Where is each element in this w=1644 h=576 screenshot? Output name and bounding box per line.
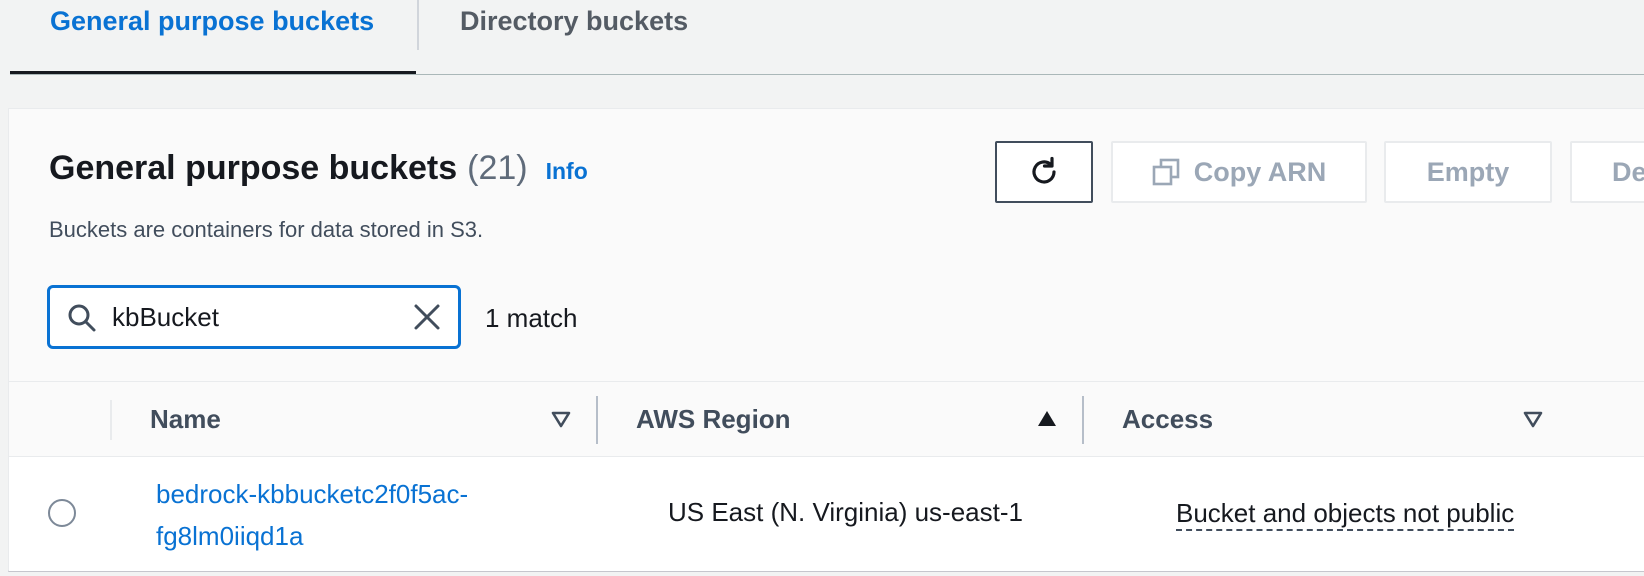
bucket-name-part: bedrock-kbbucketc2f0f5ac-	[156, 479, 469, 509]
search-icon	[68, 304, 96, 332]
copy-arn-label: Copy ARN	[1193, 156, 1327, 187]
sort-descending-icon[interactable]	[550, 408, 572, 430]
heading-title: General purpose buckets	[49, 149, 458, 187]
column-header-access[interactable]: Access	[1122, 404, 1213, 435]
bucket-access[interactable]: Bucket and objects not public	[1176, 497, 1515, 531]
sort-ascending-icon[interactable]	[1036, 408, 1058, 430]
tab-general-purpose-buckets[interactable]: General purpose buckets	[10, 0, 416, 77]
tabs-baseline	[10, 74, 1644, 75]
buckets-container: General purpose buckets (21) Info Bucket…	[8, 108, 1644, 572]
tab-label: General purpose buckets	[50, 6, 375, 36]
sort-descending-icon[interactable]	[1522, 408, 1544, 430]
tab-divider	[417, 0, 419, 50]
page-title: General purpose buckets (21) Info	[49, 149, 588, 188]
row-select-radio[interactable]	[48, 499, 76, 527]
column-resize-handle[interactable]	[1082, 396, 1084, 444]
s3-buckets-page: General purpose buckets Directory bucket…	[0, 0, 1644, 576]
header-description: Buckets are containers for data stored i…	[49, 217, 484, 242]
copy-arn-button[interactable]: Copy ARN	[1111, 141, 1367, 203]
close-icon[interactable]	[412, 302, 442, 332]
empty-label: Empty	[1426, 156, 1510, 187]
delete-button[interactable]: De	[1570, 141, 1644, 203]
match-count: 1 match	[485, 303, 578, 333]
bucket-name-part: fg8lm0iiqd1a	[156, 521, 304, 551]
bucket-search	[47, 285, 461, 349]
refresh-button[interactable]	[995, 141, 1093, 203]
search-input[interactable]	[112, 298, 392, 336]
table-row: bedrock-kbbucketc2f0f5ac-fg8lm0iiqd1a US…	[9, 457, 1644, 571]
bucket-region: US East (N. Virginia) us-east-1	[668, 497, 1023, 527]
column-header-aws-region[interactable]: AWS Region	[636, 404, 791, 435]
info-link[interactable]: Info	[546, 158, 588, 185]
copy-icon	[1152, 158, 1180, 186]
tab-label: Directory buckets	[460, 6, 689, 36]
empty-button[interactable]: Empty	[1384, 141, 1552, 203]
refresh-icon	[1032, 156, 1056, 184]
bucket-name-link[interactable]: bedrock-kbbucketc2f0f5ac-fg8lm0iiqd1a	[156, 473, 556, 557]
bucket-type-tabs: General purpose buckets Directory bucket…	[0, 0, 1644, 77]
column-separator	[110, 400, 112, 440]
column-header-name[interactable]: Name	[150, 404, 221, 435]
table-header: Name AWS Region Access	[9, 381, 1644, 457]
delete-label: De	[1612, 156, 1644, 187]
bucket-count: (21)	[467, 149, 528, 187]
column-resize-handle[interactable]	[596, 396, 598, 444]
tab-directory-buckets[interactable]: Directory buckets	[460, 0, 688, 77]
